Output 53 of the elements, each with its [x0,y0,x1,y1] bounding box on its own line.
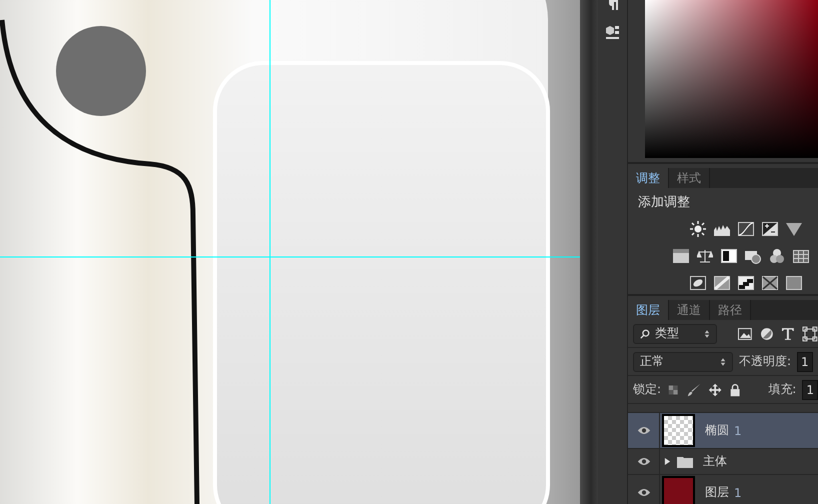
circles-icon[interactable] [769,248,785,264]
panel-tab[interactable]: 调整 [628,168,669,188]
lock-label: 锁定: [633,381,662,398]
blend-mode-dropdown[interactable]: 正常 [633,352,733,372]
panel-heading: 添加调整 [637,194,691,212]
layer-row[interactable]: 椭圆 1 [628,412,818,448]
panel-tab[interactable]: 通道 [669,300,710,320]
text-icon[interactable] [780,326,796,342]
caret-right-icon[interactable] [664,457,671,466]
gradient-square-icon[interactable] [786,274,802,290]
opacity-label: 不透明度: [739,353,792,370]
filter-dropdown[interactable]: 类型 [633,324,717,344]
gradient-bars-icon[interactable] [673,248,689,264]
scale-icon[interactable] [697,248,713,264]
cube-icon[interactable] [604,24,620,40]
panel-tab[interactable]: 图层 [628,300,669,320]
image-icon[interactable] [736,326,753,342]
half-circle-icon[interactable] [758,326,774,342]
lock-icon[interactable] [728,382,742,398]
folder-icon [677,456,693,468]
panel-tab[interactable]: 样式 [669,168,710,188]
layer-name: 主体 [703,453,727,470]
plus-minus-icon[interactable] [762,220,778,236]
search-icon [640,328,650,338]
layer-thumbnail [662,414,695,447]
half-square-icon[interactable] [721,248,737,264]
leaf-square-icon[interactable] [690,274,706,290]
color-picker-field[interactable] [645,0,818,158]
curve-icon[interactable] [738,220,754,236]
eye-icon[interactable] [636,488,650,497]
layer-name: 图层 [705,484,729,501]
grid-icon[interactable] [793,248,809,264]
eye-icon[interactable] [636,426,650,435]
updown-caret-icon [704,328,710,338]
sun-icon[interactable] [690,220,706,236]
layer-number: 1 [734,486,742,500]
layer-row[interactable]: 图层 1 [628,474,818,504]
x-square-icon[interactable] [762,274,778,290]
eye-icon[interactable] [636,457,650,466]
layer-row[interactable]: 主体 [628,448,818,474]
move-icon[interactable] [708,382,722,398]
brush-icon[interactable] [687,382,702,398]
staircase-icon[interactable] [738,274,754,290]
panel-tab[interactable]: 路径 [710,300,751,320]
fill-field[interactable]: 1 [802,380,818,400]
triangle-icon[interactable] [786,220,802,236]
opacity-field[interactable]: 1 [797,352,813,372]
layer-number: 1 [734,424,742,438]
updown-caret-icon [720,356,726,366]
transform-icon[interactable] [802,326,818,342]
fill-label: 填充: [768,381,796,398]
layer-name: 椭圆 [705,422,729,439]
diagonal-stripe-icon[interactable] [714,274,730,290]
